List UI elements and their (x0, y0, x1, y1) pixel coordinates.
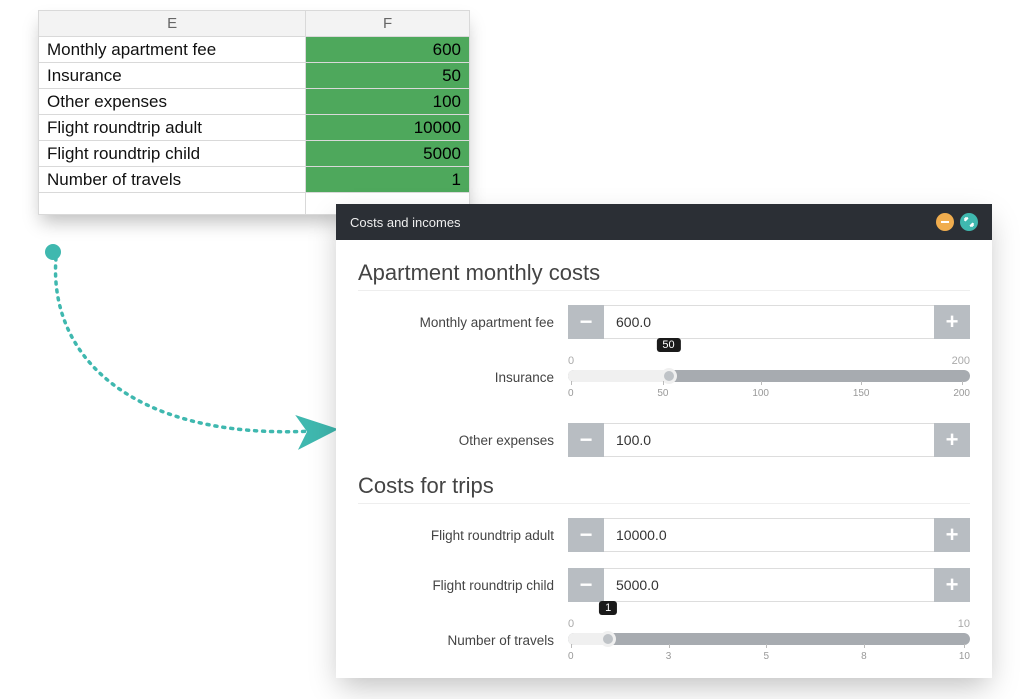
decrement-button[interactable]: − (568, 518, 604, 552)
slider-tick: 200 (953, 388, 970, 399)
cell-label[interactable]: Other expenses (39, 89, 306, 115)
transform-arrow (38, 240, 348, 470)
cell-value[interactable]: 600 (306, 37, 470, 63)
slider-thumb[interactable] (600, 631, 616, 647)
decrement-button[interactable]: − (568, 423, 604, 457)
other-expenses-input[interactable] (604, 423, 934, 457)
insurance-slider[interactable]: 0 200 50 0 50 100 150 200 (568, 355, 970, 399)
row-label-other: Other expenses (358, 433, 568, 448)
flight-child-input[interactable] (604, 568, 934, 602)
increment-button[interactable]: + (934, 305, 970, 339)
section-heading-apartment: Apartment monthly costs (358, 260, 970, 286)
column-header-f[interactable]: F (306, 11, 470, 37)
spreadsheet-fragment: E F Monthly apartment fee 600 Insurance … (38, 10, 470, 215)
slider-tick: 0 (568, 388, 574, 399)
row-label-flight-child: Flight roundtrip child (358, 578, 568, 593)
cell-value[interactable]: 5000 (306, 141, 470, 167)
slider-value-badge: 1 (599, 601, 617, 615)
slider-value-badge: 50 (656, 338, 680, 352)
decrement-button[interactable]: − (568, 568, 604, 602)
slider-tick: 5 (763, 651, 769, 662)
slider-tick: 50 (657, 388, 668, 399)
row-label-flight-adult: Flight roundtrip adult (358, 528, 568, 543)
panel-titlebar: Costs and incomes (336, 204, 992, 240)
slider-tick: 0 (568, 651, 574, 662)
cell-value[interactable]: 1 (306, 167, 470, 193)
slider-max: 10 (958, 618, 970, 630)
slider-min: 0 (568, 618, 574, 630)
cell-label[interactable]: Monthly apartment fee (39, 37, 306, 63)
slider-tick: 100 (752, 388, 769, 399)
slider-tick: 10 (959, 651, 970, 662)
minimize-button[interactable] (936, 213, 954, 231)
increment-button[interactable]: + (934, 518, 970, 552)
cell-label[interactable]: Number of travels (39, 167, 306, 193)
cell-label[interactable]: Insurance (39, 63, 306, 89)
row-label-monthly-fee: Monthly apartment fee (358, 315, 568, 330)
panel-title: Costs and incomes (350, 215, 461, 230)
expand-button[interactable] (960, 213, 978, 231)
column-header-e[interactable]: E (39, 11, 306, 37)
cell-value[interactable]: 10000 (306, 115, 470, 141)
config-panel: Costs and incomes Apartment monthly cost… (336, 204, 992, 678)
slider-tick: 8 (861, 651, 867, 662)
cell-label[interactable]: Flight roundtrip adult (39, 115, 306, 141)
slider-max: 200 (952, 355, 970, 367)
cell-value[interactable]: 100 (306, 89, 470, 115)
slider-min: 0 (568, 355, 574, 367)
row-label-num-travels: Number of travels (358, 633, 568, 648)
increment-button[interactable]: + (934, 423, 970, 457)
increment-button[interactable]: + (934, 568, 970, 602)
monthly-fee-input[interactable] (604, 305, 934, 339)
decrement-button[interactable]: − (568, 305, 604, 339)
section-rule (358, 290, 970, 291)
slider-tick: 3 (666, 651, 672, 662)
row-label-insurance: Insurance (358, 370, 568, 385)
flight-adult-input[interactable] (604, 518, 934, 552)
num-travels-slider[interactable]: 0 10 1 0 3 5 8 10 (568, 618, 970, 662)
slider-tick: 150 (853, 388, 870, 399)
cell-label[interactable]: Flight roundtrip child (39, 141, 306, 167)
section-rule (358, 503, 970, 504)
section-heading-trips: Costs for trips (358, 473, 970, 499)
cell-value[interactable]: 50 (306, 63, 470, 89)
